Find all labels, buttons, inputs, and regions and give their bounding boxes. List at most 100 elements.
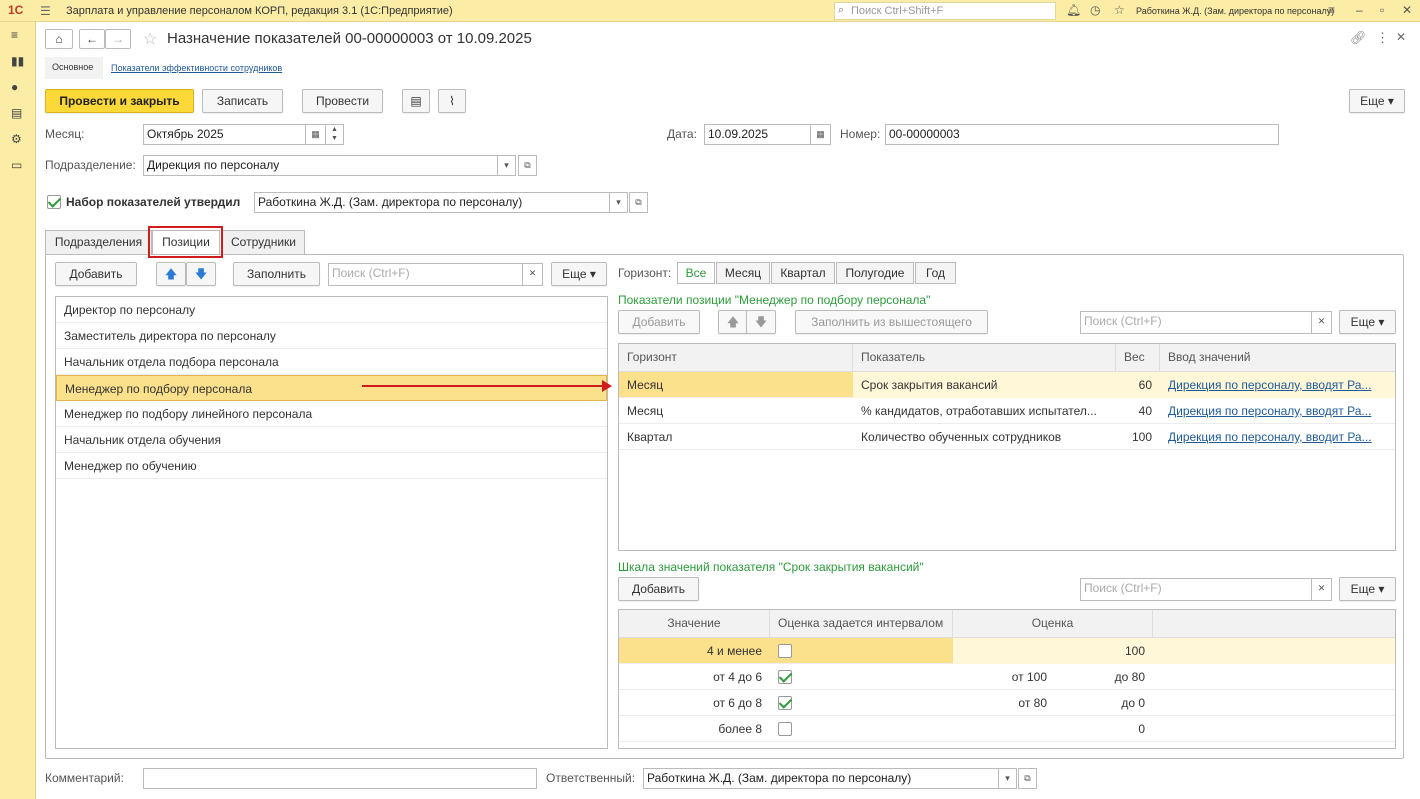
list-item[interactable]: Директор по персоналу bbox=[56, 297, 607, 323]
close-icon[interactable]: ✕ bbox=[1402, 3, 1412, 17]
bell-icon[interactable]: 🔔︎ bbox=[1066, 3, 1081, 17]
horizon-month[interactable]: Месяц bbox=[716, 262, 770, 284]
date-input[interactable]: 10.09.2025 bbox=[704, 124, 811, 145]
list-item[interactable]: Менеджер по обучению bbox=[56, 453, 607, 479]
table-row[interactable]: более 8 0 bbox=[619, 716, 1395, 742]
menu-icon[interactable]: ☰ bbox=[40, 4, 51, 18]
tab-employees[interactable]: Сотрудники bbox=[222, 230, 305, 255]
minimize-icon[interactable]: – bbox=[1356, 3, 1363, 17]
post-and-close-button[interactable]: Провести и закрыть bbox=[45, 89, 194, 113]
maximize-icon[interactable]: ▫ bbox=[1380, 3, 1384, 17]
responsible-dropdown-button[interactable]: ▾ bbox=[998, 768, 1017, 789]
more-vertical-icon[interactable]: ⋮ bbox=[1376, 30, 1389, 46]
interval-checkbox[interactable] bbox=[778, 722, 792, 736]
settings-menu-icon[interactable]: ≡ bbox=[1328, 3, 1335, 17]
approved-checkbox[interactable] bbox=[47, 195, 61, 209]
col-input[interactable]: Ввод значений bbox=[1160, 344, 1395, 372]
horizon-all[interactable]: Все bbox=[677, 262, 715, 284]
col-indicator[interactable]: Показатель bbox=[853, 344, 1116, 372]
scale-search-input[interactable]: Поиск (Ctrl+F) bbox=[1080, 578, 1312, 601]
cell-input-link[interactable]: Дирекция по персоналу, вводит Ра... bbox=[1160, 424, 1395, 450]
number-input[interactable]: 00-00000003 bbox=[885, 124, 1279, 145]
horizon-year[interactable]: Год bbox=[915, 262, 956, 284]
payroll-icon[interactable]: ▤ bbox=[11, 106, 22, 120]
month-spinner[interactable]: ▲ ▼ bbox=[325, 124, 344, 145]
indicators-add-button[interactable]: Добавить bbox=[618, 310, 700, 334]
report-button[interactable]: ▤ bbox=[402, 89, 430, 113]
responsible-open-button[interactable]: ⧉ bbox=[1018, 768, 1037, 789]
save-button[interactable]: Записать bbox=[202, 89, 283, 113]
back-button[interactable]: ← bbox=[79, 29, 105, 49]
history-icon[interactable]: ◷ bbox=[1090, 3, 1100, 17]
fill-button[interactable]: Заполнить bbox=[233, 262, 320, 286]
list-item[interactable]: Начальник отдела обучения bbox=[56, 427, 607, 453]
responsible-input[interactable]: Работкина Ж.Д. (Зам. директора по персон… bbox=[643, 768, 999, 789]
indicators-search-input[interactable]: Поиск (Ctrl+F) bbox=[1080, 311, 1312, 334]
scale-add-button[interactable]: Добавить bbox=[618, 577, 699, 601]
month-input[interactable]: Октябрь 2025 bbox=[143, 124, 306, 145]
link-icon[interactable]: 🔗︎ bbox=[1350, 30, 1367, 46]
current-user[interactable]: Работкина Ж.Д. (Зам. директора по персон… bbox=[1136, 6, 1334, 16]
comment-input[interactable] bbox=[143, 768, 537, 789]
table-row[interactable]: Квартал Количество обученных сотрудников… bbox=[619, 424, 1395, 450]
home-button[interactable]: ⌂ bbox=[45, 29, 73, 49]
department-open-button[interactable]: ⧉ bbox=[518, 155, 537, 176]
list-item[interactable]: Менеджер по подбору линейного персонала bbox=[56, 401, 607, 427]
favorite-star-icon[interactable]: ☆ bbox=[143, 29, 157, 49]
global-search-input[interactable]: ⌕ Поиск Ctrl+Shift+F bbox=[834, 2, 1056, 20]
id-card-icon[interactable]: ▭ bbox=[11, 158, 22, 172]
subnav-main[interactable]: Основное bbox=[45, 57, 103, 79]
favorites-star-icon[interactable]: ☆ bbox=[1114, 3, 1125, 17]
date-calendar-button[interactable]: ▦ bbox=[810, 124, 831, 145]
col-score[interactable]: Оценка bbox=[953, 610, 1153, 638]
move-down-button[interactable]: 🡇 bbox=[186, 262, 216, 286]
cell-input-link[interactable]: Дирекция по персоналу, вводят Ра... bbox=[1160, 398, 1395, 424]
indicators-more-button[interactable]: Еще ▾ bbox=[1339, 310, 1396, 334]
indicators-search-clear[interactable]: ✕ bbox=[1311, 311, 1332, 334]
move-up-button[interactable]: 🡅 bbox=[156, 262, 186, 286]
staff-icon[interactable]: ▮▮ bbox=[11, 54, 24, 68]
col-value[interactable]: Значение bbox=[619, 610, 770, 638]
approved-by-input[interactable]: Работкина Ж.Д. (Зам. директора по персон… bbox=[254, 192, 610, 213]
cell-input-link[interactable]: Дирекция по персоналу, вводят Ра... bbox=[1160, 372, 1395, 398]
table-row[interactable]: от 4 до 6 от 100 до 80 bbox=[619, 664, 1395, 690]
scale-more-button[interactable]: Еще ▾ bbox=[1339, 577, 1396, 601]
list-item-selected[interactable]: Менеджер по подбору персонала bbox=[56, 375, 607, 401]
people-icon[interactable]: ● bbox=[11, 80, 18, 94]
approved-open-button[interactable]: ⧉ bbox=[629, 192, 648, 213]
horizon-quarter[interactable]: Квартал bbox=[771, 262, 835, 284]
department-dropdown-button[interactable]: ▾ bbox=[497, 155, 516, 176]
scale-search-clear[interactable]: ✕ bbox=[1311, 578, 1332, 601]
attach-button[interactable]: ⌇ bbox=[438, 89, 466, 113]
table-row[interactable]: 4 и менее 100 bbox=[619, 638, 1395, 664]
tab-departments[interactable]: Подразделения bbox=[45, 230, 152, 255]
positions-more-button[interactable]: Еще ▾ bbox=[551, 262, 607, 286]
table-row[interactable]: Месяц Срок закрытия вакансий 60 Дирекция… bbox=[619, 372, 1395, 398]
interval-checkbox[interactable] bbox=[778, 696, 792, 710]
table-row[interactable]: от 6 до 8 от 80 до 0 bbox=[619, 690, 1395, 716]
approved-dropdown-button[interactable]: ▾ bbox=[609, 192, 628, 213]
post-button[interactable]: Провести bbox=[302, 89, 383, 113]
more-button[interactable]: Еще ▾ bbox=[1349, 89, 1405, 113]
forward-button[interactable]: → bbox=[105, 29, 131, 49]
list-item[interactable]: Заместитель директора по персоналу bbox=[56, 323, 607, 349]
interval-checkbox[interactable] bbox=[778, 670, 792, 684]
list-item[interactable]: Начальник отдела подбора персонала bbox=[56, 349, 607, 375]
col-interval[interactable]: Оценка задается интервалом bbox=[770, 610, 953, 638]
settings-gear-icon[interactable]: ⚙ bbox=[11, 132, 22, 146]
positions-search-input[interactable]: Поиск (Ctrl+F) bbox=[328, 263, 523, 286]
indicators-down-button[interactable]: 🡇 bbox=[746, 310, 776, 334]
department-input[interactable]: Дирекция по персоналу bbox=[143, 155, 498, 176]
positions-search-clear[interactable]: ✕ bbox=[522, 263, 543, 286]
col-horizon[interactable]: Горизонт bbox=[619, 344, 853, 372]
month-calendar-button[interactable]: ▦ bbox=[305, 124, 326, 145]
indicators-up-button[interactable]: 🡅 bbox=[718, 310, 748, 334]
main-menu-icon[interactable]: ≡ bbox=[11, 28, 18, 42]
subnav-kpi-link[interactable]: Показатели эффективности сотрудников bbox=[111, 63, 282, 73]
interval-checkbox[interactable] bbox=[778, 644, 792, 658]
fill-from-parent-button[interactable]: Заполнить из вышестоящего bbox=[795, 310, 988, 334]
positions-add-button[interactable]: Добавить bbox=[55, 262, 137, 286]
col-weight[interactable]: Вес bbox=[1116, 344, 1160, 372]
horizon-halfyear[interactable]: Полугодие bbox=[836, 262, 914, 284]
table-row[interactable]: Месяц % кандидатов, отработавших испытат… bbox=[619, 398, 1395, 424]
